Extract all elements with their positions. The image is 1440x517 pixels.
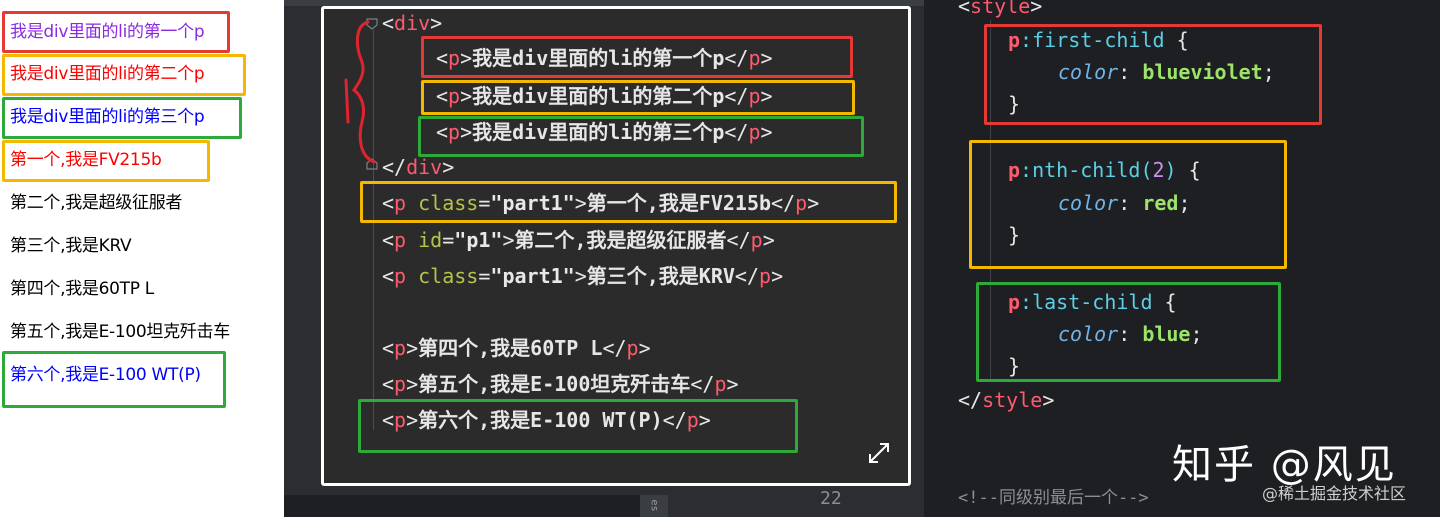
- code-comment: <!--同级别最后一个-->: [958, 488, 1149, 508]
- highlight-box-green: [976, 282, 1281, 382]
- watermark-site: @稀土掘金技术社区: [1262, 484, 1407, 503]
- expand-icon[interactable]: [866, 440, 892, 466]
- preview-line-6: 第三个,我是KRV: [10, 236, 132, 256]
- tag-name: p: [394, 264, 407, 288]
- highlight-box-red: [421, 36, 853, 78]
- code-line-p4: <p>第四个,我是60TP L</p>: [382, 336, 651, 360]
- attr-value: "part1": [490, 264, 575, 288]
- preview-line-7: 第四个,我是60TP L: [10, 279, 154, 299]
- attr-name: class: [418, 264, 479, 288]
- code-line-part1-third: <p class="part1">第三个,我是KRV</p>: [382, 264, 784, 288]
- code-text: 第五个,我是E-100坦克歼击车: [418, 372, 691, 396]
- tag-name: p: [394, 372, 407, 396]
- tag-name: p: [394, 228, 407, 252]
- highlight-box-yellow: [2, 140, 210, 182]
- tag-name: div: [394, 11, 431, 35]
- code-text: 第二个,我是超级征服者: [514, 228, 727, 252]
- preview-line-5: 第二个,我是超级征服者: [10, 193, 183, 213]
- highlight-box-yellow: [2, 54, 246, 96]
- code-text: 第三个,我是KRV: [586, 264, 735, 288]
- tag-name: p: [759, 264, 772, 288]
- code-line-style-close: </style>: [958, 388, 1055, 412]
- tag-name: p: [750, 228, 763, 252]
- preview-line-8: 第五个,我是E-100坦克歼击车: [10, 322, 230, 342]
- tag-name: p: [714, 372, 727, 396]
- code-line-p1-id: <p id="p1">第二个,我是超级征服者</p>: [382, 228, 775, 252]
- highlight-box-green: [418, 116, 864, 157]
- tag-name: p: [394, 336, 407, 360]
- highlight-box-yellow: [421, 80, 855, 115]
- highlight-box-green: [358, 399, 798, 453]
- tag-name: style: [982, 388, 1043, 412]
- line-number: 22: [820, 488, 842, 509]
- bottom-tab-label: es: [648, 499, 660, 512]
- code-line-style-open: <style>: [958, 0, 1042, 18]
- code-text: 第四个,我是60TP L: [418, 336, 603, 360]
- tag-name: div: [406, 155, 443, 179]
- highlight-box-green: [2, 97, 242, 139]
- highlight-box-green: [2, 351, 226, 408]
- highlight-box-red: [2, 11, 230, 53]
- rendered-preview: 我是div里面的li的第一个p 我是div里面的li的第二个p 我是div里面的…: [0, 0, 280, 517]
- code-line-p5: <p>第五个,我是E-100坦克歼击车</p>: [382, 372, 739, 396]
- attr-value: "p1": [454, 228, 503, 252]
- bottom-strip: [640, 495, 924, 517]
- highlight-box-red: [984, 24, 1322, 125]
- highlight-box-yellow: [360, 181, 897, 223]
- tag-name: style: [970, 0, 1031, 18]
- annotation-brace-icon: [344, 20, 376, 164]
- tag-name: p: [626, 336, 639, 360]
- highlight-box-yellow: [969, 140, 1287, 269]
- attr-name: id: [418, 228, 443, 252]
